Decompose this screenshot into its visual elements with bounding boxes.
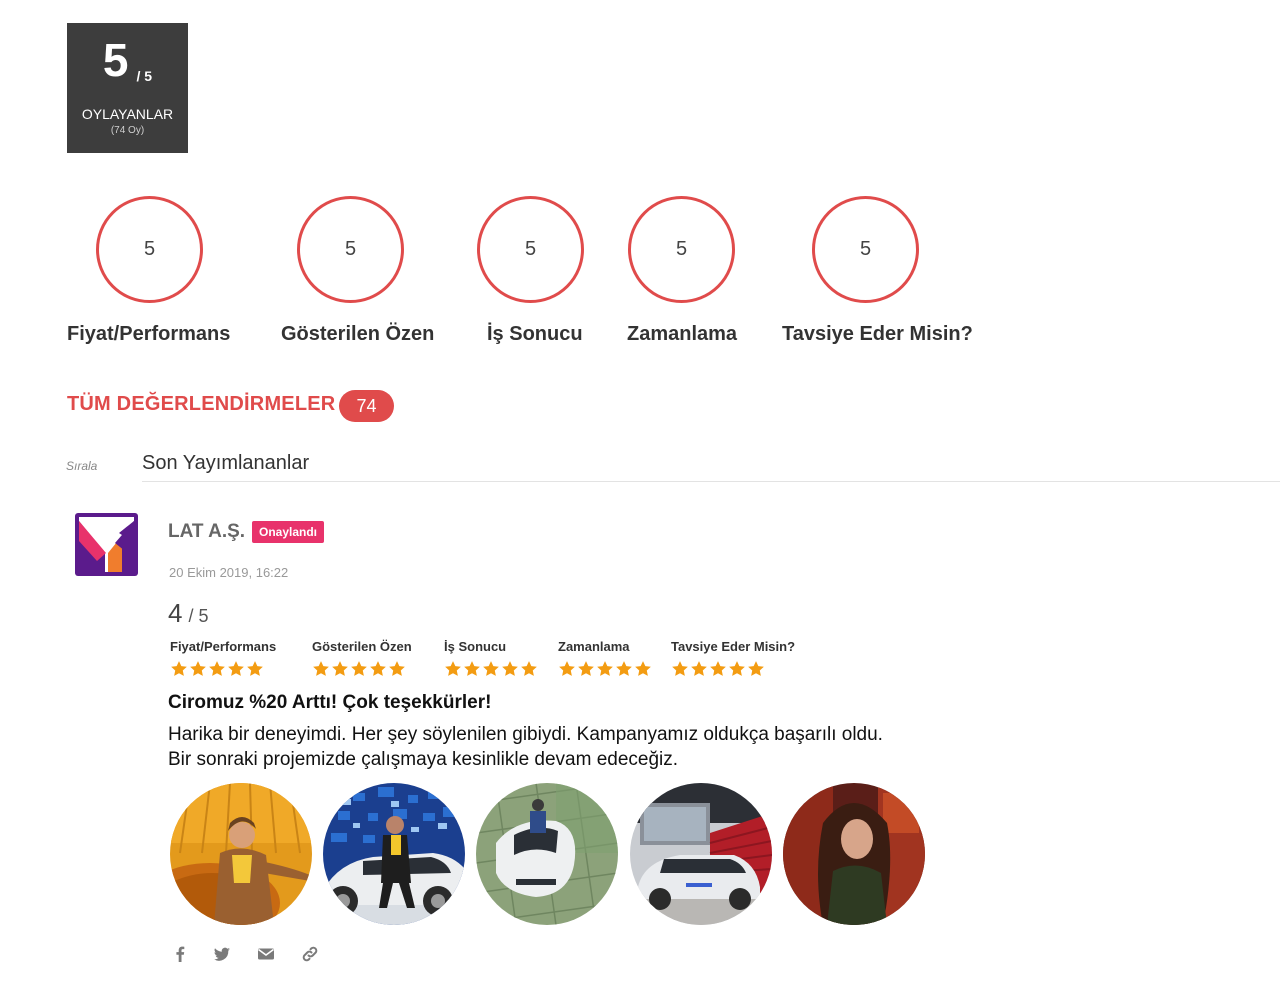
overall-score-out-of: / 5 <box>136 68 153 84</box>
star-icon <box>635 661 651 676</box>
review-photo[interactable] <box>323 783 465 925</box>
overall-score-value: 5 <box>102 34 129 86</box>
review-stars-recommend <box>671 660 765 678</box>
voters-label: OYLAYANLAR <box>81 106 174 122</box>
review-score-value: 4 <box>168 598 183 628</box>
review-title: Ciromuz %20 Arttı! Çok teşekkürler! <box>168 692 492 713</box>
star-icon <box>578 661 594 676</box>
review-criterion-label-timing: Zamanlama <box>558 639 630 654</box>
company-logo <box>75 513 138 576</box>
vote-count: (74 Oy) <box>110 125 145 136</box>
review-stars-care <box>312 660 406 678</box>
review-photo[interactable] <box>783 783 925 925</box>
reviewer-company[interactable]: LAT A.Ş. <box>168 521 245 543</box>
criterion-label-price: Fiyat/Performans <box>67 323 231 345</box>
star-icon <box>228 661 244 676</box>
star-icon <box>729 661 745 676</box>
star-icon <box>748 661 764 676</box>
criterion-circle-timing: 5 <box>628 196 735 303</box>
criterion-score: 5 <box>859 238 872 260</box>
star-icon <box>171 661 187 676</box>
review-body: Harika bir deneyimdi. Her şey söylenilen… <box>168 722 968 772</box>
overall-score-box: 5 / 5 OYLAYANLAR (74 Oy) <box>67 23 188 153</box>
review-photo[interactable] <box>630 783 772 925</box>
star-icon <box>691 661 707 676</box>
criterion-score: 5 <box>344 238 357 260</box>
criterion-label-recommend: Tavsiye Eder Misin? <box>782 323 973 345</box>
review-score: 4/ 5 <box>168 598 208 629</box>
sort-label: Sırala <box>66 459 98 473</box>
star-icon <box>445 661 461 676</box>
star-icon <box>616 661 632 676</box>
review-date: 20 Ekim 2019, 16:22 <box>169 565 289 580</box>
star-icon <box>521 661 537 676</box>
review-stars-price <box>170 660 264 678</box>
review-body-line: Harika bir deneyimdi. Her şey söylenilen… <box>168 724 883 745</box>
overall-score: 5 / 5 <box>67 37 188 83</box>
criterion-label-care: Gösterilen Özen <box>281 323 435 345</box>
star-icon <box>370 661 386 676</box>
review-photo[interactable] <box>476 783 618 925</box>
star-icon <box>190 661 206 676</box>
star-icon <box>209 661 225 676</box>
link-icon[interactable] <box>300 944 320 964</box>
sort-divider <box>142 481 1280 482</box>
criterion-label-timing: Zamanlama <box>627 323 738 345</box>
facebook-icon[interactable] <box>170 944 190 964</box>
star-icon <box>597 661 613 676</box>
star-icon <box>351 661 367 676</box>
star-icon <box>502 661 518 676</box>
review-criterion-label-care: Gösterilen Özen <box>312 639 412 654</box>
criterion-circle-result: 5 <box>477 196 584 303</box>
star-icon <box>389 661 405 676</box>
review-body-line: Bir sonraki projemizde çalışmaya kesinli… <box>168 749 679 770</box>
review-criterion-label-price: Fiyat/Performans <box>170 639 277 654</box>
all-reviews-title[interactable]: TÜM DEĞERLENDİRMELER <box>67 393 335 416</box>
review-count-badge: 74 <box>339 390 394 422</box>
criterion-label-result: İş Sonucu <box>487 323 583 345</box>
criterion-circle-care: 5 <box>297 196 404 303</box>
sort-select[interactable]: Son Yayımlananlar <box>142 452 309 475</box>
review-stars-result <box>444 660 538 678</box>
criterion-score: 5 <box>524 238 537 260</box>
criterion-circle-price: 5 <box>96 196 203 303</box>
star-icon <box>672 661 688 676</box>
star-icon <box>313 661 329 676</box>
review-criterion-label-result: İş Sonucu <box>444 639 507 654</box>
twitter-icon[interactable] <box>212 944 232 964</box>
review-stars-timing <box>558 660 652 678</box>
review-criterion-label-recommend: Tavsiye Eder Misin? <box>671 639 796 654</box>
review-score-out-of: / 5 <box>188 606 209 626</box>
review-photo[interactable] <box>170 783 312 925</box>
criterion-score: 5 <box>143 238 156 260</box>
criterion-score: 5 <box>675 238 688 260</box>
star-icon <box>332 661 348 676</box>
criterion-circle-recommend: 5 <box>812 196 919 303</box>
star-icon <box>464 661 480 676</box>
star-icon <box>247 661 263 676</box>
star-icon <box>559 661 575 676</box>
star-icon <box>710 661 726 676</box>
mail-icon[interactable] <box>256 944 276 964</box>
star-icon <box>483 661 499 676</box>
approved-badge: Onaylandı <box>252 521 325 543</box>
